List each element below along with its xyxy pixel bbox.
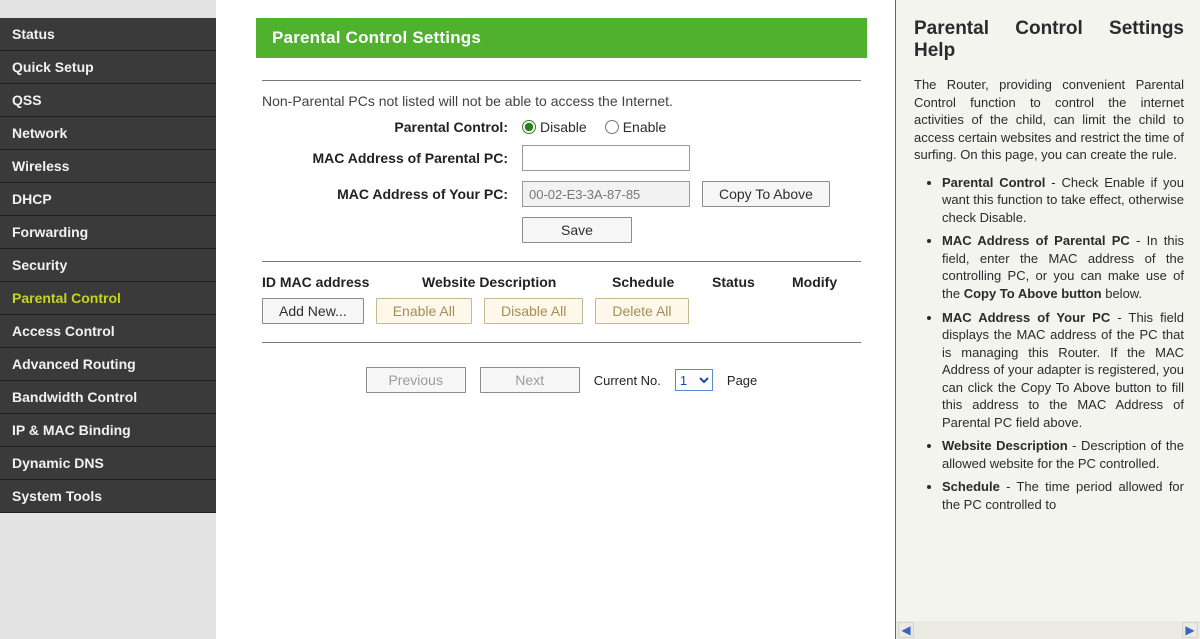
help-list: Parental Control - Check Enable if you w… (914, 174, 1184, 514)
col-modify: Modify (792, 274, 872, 290)
enable-all-button[interactable]: Enable All (376, 298, 472, 324)
divider (262, 80, 861, 81)
radio-enable-wrap[interactable]: Enable (605, 119, 667, 135)
col-web-desc: Website Description (422, 274, 612, 290)
sidebar-item-bandwidth-control[interactable]: Bandwidth Control (0, 381, 216, 414)
page-title: Parental Control Settings (256, 18, 867, 58)
delete-all-button[interactable]: Delete All (595, 298, 688, 324)
page-label: Page (727, 373, 757, 388)
help-item-mac-parental: MAC Address of Parental PC - In this fie… (942, 232, 1184, 302)
divider (262, 261, 861, 262)
sidebar-item-advanced-routing[interactable]: Advanced Routing (0, 348, 216, 381)
entry-table-header: ID MAC address Website Description Sched… (262, 274, 861, 290)
radio-enable-label: Enable (623, 119, 667, 135)
current-no-label: Current No. (594, 373, 661, 388)
divider (262, 342, 861, 343)
previous-button[interactable]: Previous (366, 367, 466, 393)
help-item-parental-control: Parental Control - Check Enable if you w… (942, 174, 1184, 227)
sidebar-item-dhcp[interactable]: DHCP (0, 183, 216, 216)
scroll-left-icon[interactable]: ◀ (898, 622, 914, 638)
sidebar-item-access-control[interactable]: Access Control (0, 315, 216, 348)
sidebar-item-wireless[interactable]: Wireless (0, 150, 216, 183)
mac-parental-label: MAC Address of Parental PC: (262, 150, 522, 166)
next-button[interactable]: Next (480, 367, 580, 393)
sidebar-item-ip-mac-binding[interactable]: IP & MAC Binding (0, 414, 216, 447)
sidebar-item-qss[interactable]: QSS (0, 84, 216, 117)
col-id-mac: ID MAC address (262, 274, 422, 290)
radio-enable[interactable] (605, 120, 619, 134)
parental-control-label: Parental Control: (262, 119, 522, 135)
col-schedule: Schedule (612, 274, 712, 290)
sidebar-item-forwarding[interactable]: Forwarding (0, 216, 216, 249)
help-scrollbar[interactable]: ◀ ▶ (896, 621, 1200, 639)
radio-disable[interactable] (522, 120, 536, 134)
sidebar-item-network[interactable]: Network (0, 117, 216, 150)
radio-disable-label: Disable (540, 119, 587, 135)
sidebar: Status Quick Setup QSS Network Wireless … (0, 0, 216, 639)
copy-to-above-button[interactable]: Copy To Above (702, 181, 830, 207)
disable-all-button[interactable]: Disable All (484, 298, 583, 324)
radio-disable-wrap[interactable]: Disable (522, 119, 587, 135)
sidebar-item-system-tools[interactable]: System Tools (0, 480, 216, 513)
help-title: Parental Control Settings Help (914, 18, 1184, 62)
mac-your-label: MAC Address of Your PC: (262, 186, 522, 202)
help-item-web-desc: Website Description - Description of the… (942, 437, 1184, 472)
sidebar-item-dynamic-dns[interactable]: Dynamic DNS (0, 447, 216, 480)
mac-your-input (522, 181, 690, 207)
sidebar-item-status[interactable]: Status (0, 18, 216, 51)
help-panel: Parental Control Settings Help The Route… (896, 0, 1200, 639)
scroll-right-icon[interactable]: ▶ (1182, 622, 1198, 638)
add-new-button[interactable]: Add New... (262, 298, 364, 324)
main-panel: Parental Control Settings Non-Parental P… (216, 0, 896, 639)
sidebar-item-quick-setup[interactable]: Quick Setup (0, 51, 216, 84)
sidebar-item-parental-control[interactable]: Parental Control (0, 282, 216, 315)
info-note: Non-Parental PCs not listed will not be … (262, 93, 861, 109)
col-status: Status (712, 274, 792, 290)
help-item-mac-your: MAC Address of Your PC - This field disp… (942, 309, 1184, 432)
mac-parental-input[interactable] (522, 145, 690, 171)
save-button[interactable]: Save (522, 217, 632, 243)
help-intro: The Router, providing convenient Parenta… (914, 76, 1184, 164)
sidebar-item-security[interactable]: Security (0, 249, 216, 282)
help-item-schedule: Schedule - The time period allowed for t… (942, 478, 1184, 513)
current-page-select[interactable]: 1 (675, 369, 713, 391)
pager: Previous Next Current No. 1 Page (262, 355, 861, 393)
